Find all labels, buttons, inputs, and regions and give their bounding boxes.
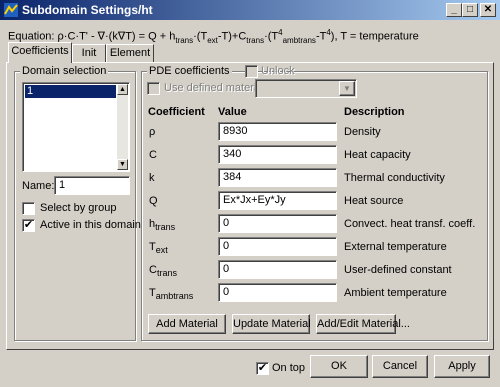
dropdown-arrow-icon[interactable]: ▼ bbox=[339, 81, 355, 96]
coefficient-description: Density bbox=[344, 126, 381, 138]
name-label: Name: bbox=[22, 180, 55, 192]
list-scrollbar[interactable]: ▲ ▼ bbox=[117, 84, 128, 170]
description-header: Description bbox=[344, 106, 405, 118]
value-input[interactable]: 0 bbox=[218, 237, 337, 256]
use-defined-material-checkbox[interactable] bbox=[147, 82, 160, 95]
coefficient-description: Ambient temperature bbox=[344, 287, 447, 299]
tab-init[interactable]: Init bbox=[72, 44, 106, 62]
value-input[interactable]: 0 bbox=[218, 260, 337, 279]
on-top-checkbox[interactable]: ✔ bbox=[256, 362, 269, 375]
value-input[interactable]: 340 bbox=[218, 145, 337, 164]
select-by-group-label: Select by group bbox=[40, 202, 117, 214]
value-header: Value bbox=[218, 106, 247, 118]
domain-list[interactable]: 1 ▲ ▼ bbox=[22, 82, 130, 172]
unlock-label: Unlock bbox=[261, 65, 295, 77]
use-defined-material-label: Use defined material bbox=[164, 82, 265, 94]
close-button[interactable]: ✕ bbox=[480, 3, 496, 17]
coefficient-symbol: Tambtrans bbox=[149, 287, 194, 302]
unlock-checkbox[interactable] bbox=[245, 65, 258, 78]
coefficient-symbol: Ctrans bbox=[149, 264, 177, 279]
scroll-down-button[interactable]: ▼ bbox=[117, 159, 128, 170]
coefficient-header: Coefficient bbox=[148, 106, 205, 118]
window-title: Subdomain Settings/ht bbox=[22, 3, 153, 17]
coefficient-symbol: Q bbox=[149, 195, 158, 207]
value-input[interactable]: 8930 bbox=[218, 122, 337, 141]
list-item[interactable]: 1 bbox=[25, 85, 116, 98]
select-by-group-checkbox[interactable] bbox=[22, 202, 35, 215]
domain-selection-title: Domain selection bbox=[20, 65, 109, 77]
coefficient-description: Heat source bbox=[344, 195, 404, 207]
minimize-button[interactable]: _ bbox=[446, 3, 462, 17]
value-input[interactable]: Ex*Jx+Ey*Jy bbox=[218, 191, 337, 210]
coefficient-symbol: C bbox=[149, 149, 157, 161]
coefficient-description: External temperature bbox=[344, 241, 447, 253]
coefficient-description: Heat capacity bbox=[344, 149, 411, 161]
on-top-label: On top bbox=[272, 362, 306, 374]
cancel-button[interactable]: Cancel bbox=[372, 355, 428, 378]
material-dropdown[interactable]: ▼ bbox=[255, 79, 357, 98]
active-in-domain-checkbox[interactable]: ✔ bbox=[22, 219, 35, 232]
update-material-button[interactable]: Update Material bbox=[232, 314, 311, 334]
add-material-button[interactable]: Add Material bbox=[148, 314, 226, 334]
tab-coefficients[interactable]: Coefficients bbox=[8, 42, 72, 63]
coefficient-symbol: k bbox=[149, 172, 155, 184]
value-input[interactable]: 384 bbox=[218, 168, 337, 187]
pde-coefficients-title: PDE coefficients bbox=[147, 65, 232, 77]
value-input[interactable]: 0 bbox=[218, 214, 337, 233]
scroll-up-button[interactable]: ▲ bbox=[117, 84, 128, 95]
apply-button[interactable]: Apply bbox=[434, 355, 490, 378]
coefficient-symbol: htrans bbox=[149, 218, 176, 233]
value-input[interactable]: 0 bbox=[218, 283, 337, 302]
maximize-button[interactable]: □ bbox=[462, 3, 478, 17]
title-bar[interactable]: Subdomain Settings/ht _ □ ✕ bbox=[0, 0, 500, 20]
coefficient-description: User-defined constant bbox=[344, 264, 452, 276]
add-edit-material-button[interactable]: Add/Edit Material... bbox=[316, 314, 410, 334]
name-field[interactable]: 1 bbox=[54, 176, 130, 195]
ok-button[interactable]: OK bbox=[310, 355, 368, 378]
coefficient-symbol: ρ bbox=[149, 126, 156, 138]
app-icon bbox=[4, 3, 18, 17]
coefficient-description: Convect. heat transf. coeff. bbox=[344, 218, 476, 230]
tab-element[interactable]: Element bbox=[106, 44, 154, 62]
coefficient-symbol: Text bbox=[149, 241, 168, 256]
active-in-domain-label: Active in this domain bbox=[40, 219, 141, 231]
coefficient-description: Thermal conductivity bbox=[344, 172, 445, 184]
